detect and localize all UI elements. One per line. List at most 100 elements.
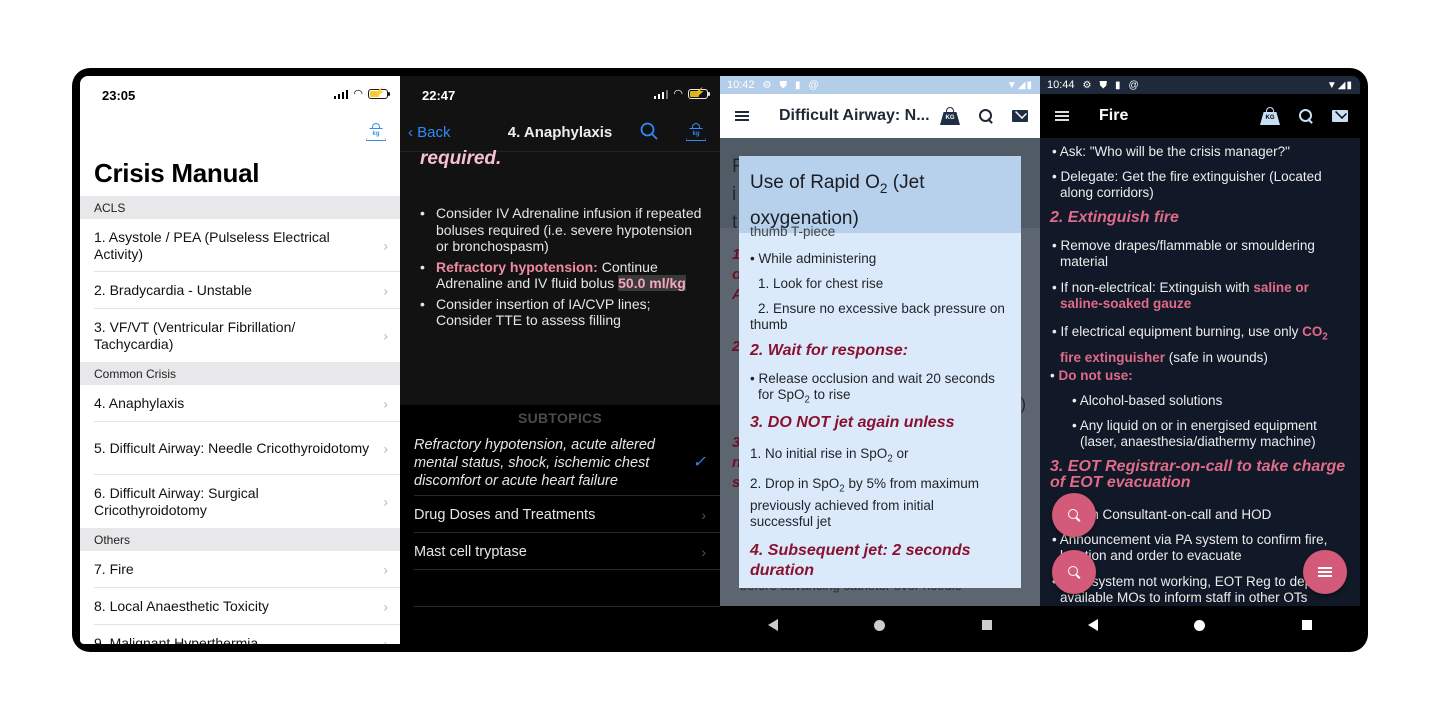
screen-difficult-airway: 10:42 ⚙ ⛊ ▮ @ ▼◢▮ Difficult Airway: N...… — [720, 76, 1040, 644]
app-bar-title: Difficult Airway: N... — [779, 107, 930, 124]
sd-card-icon: ▮ — [795, 79, 801, 91]
list-item[interactable]: 6. Difficult Airway: Surgical Cricothyro… — [80, 475, 400, 528]
list-item[interactable]: 2. Bradycardia - Unstable › — [80, 272, 400, 309]
subtopics-panel: SUBTOPICS Refractory hypotension, acute … — [400, 405, 720, 644]
chevron-right-icon: › — [383, 440, 388, 456]
sd-card-icon: ▮ — [1115, 79, 1121, 91]
screen-fire: 10:44 ⚙ ⛊ ▮ @ ▼◢▮ Fire KG • Ask: "Who wi… — [1040, 76, 1360, 644]
search-icon[interactable] — [1298, 108, 1314, 124]
bullet-item: Consider IV Adrenaline infusion if repea… — [420, 205, 702, 255]
chevron-right-icon: › — [701, 506, 706, 523]
info-dialog: Use of Rapid O2 (Jet oxygenation) thumb … — [739, 156, 1021, 588]
chevron-right-icon: › — [383, 327, 388, 343]
app-bar-title: Fire — [1099, 107, 1129, 124]
chevron-right-icon: › — [383, 493, 388, 509]
status-time: 22:47 — [422, 88, 456, 103]
menu-icon[interactable] — [735, 111, 749, 121]
wifi-cell-battery-icons: ▼◢▮ — [1006, 79, 1033, 91]
nav-title: 4. Anaphylaxis — [507, 124, 613, 141]
weight-kg-icon[interactable]: KG — [940, 107, 960, 125]
settings-icon: ⚙ — [762, 79, 772, 91]
menu-fab[interactable] — [1303, 550, 1347, 594]
status-bar: 10:44 ⚙ ⛊ ▮ @ ▼◢▮ — [1040, 76, 1360, 94]
status-time: 23:05 — [102, 88, 136, 103]
chevron-right-icon: › — [383, 395, 388, 411]
section-header-acls: ACLS — [80, 196, 400, 219]
status-time: 10:42 — [727, 79, 755, 91]
search-icon[interactable] — [640, 122, 658, 140]
chevron-right-icon: › — [383, 561, 388, 577]
at-icon: @ — [808, 79, 819, 91]
zoom-out-fab[interactable] — [1052, 550, 1096, 594]
section-header-common-crisis: Common Crisis — [80, 362, 400, 385]
list-item[interactable]: 9. Malignant Hyperthermia › — [80, 625, 400, 644]
bullet-item: Refractory hypotension: Continue Adrenal… — [420, 259, 702, 292]
list-item[interactable]: 8. Local Anaesthetic Toxicity › — [80, 588, 400, 625]
subtopic-item[interactable]: Drug Doses and Treatments › — [400, 496, 720, 533]
list-item[interactable]: 7. Fire › — [80, 551, 400, 588]
settings-icon: ⚙ — [1082, 79, 1092, 91]
dialog-title: Use of Rapid O2 (Jet oxygenation) — [739, 156, 1021, 233]
signal-icon — [653, 89, 669, 99]
mail-icon[interactable] — [1332, 110, 1348, 122]
app-bar: Difficult Airway: N... KG — [720, 94, 1040, 138]
section-heading: required. — [420, 148, 502, 169]
chevron-right-icon: › — [383, 598, 388, 614]
recents-nav-icon[interactable] — [981, 620, 992, 630]
status-time: 10:44 — [1047, 79, 1075, 91]
status-bar: 22:47 ◠ ⚡ — [400, 76, 720, 116]
wifi-icon: ◠ — [673, 88, 683, 100]
mail-icon[interactable] — [1012, 110, 1028, 122]
app-bar: Fire KG — [1040, 94, 1360, 138]
article-content: required. Consider IV Adrenaline infusio… — [400, 148, 720, 474]
weight-kg-icon[interactable]: KG — [1260, 107, 1280, 125]
subtopic-item[interactable]: Mast cell tryptase › — [400, 533, 720, 570]
back-nav-icon[interactable] — [1088, 619, 1099, 631]
recents-nav-icon[interactable] — [1301, 620, 1312, 630]
system-navigation-bar — [720, 606, 1040, 644]
list-item[interactable]: 3. VF/VT (Ventricular Fibrillation/ Tach… — [80, 309, 400, 362]
battery-icon: ⚡ — [688, 87, 710, 99]
chevron-right-icon: › — [701, 543, 706, 560]
wifi-icon: ◠ — [353, 88, 363, 100]
wifi-cell-battery-icons: ▼◢▮ — [1326, 79, 1353, 91]
list-item[interactable]: 5. Difficult Airway: Needle Cricothyroid… — [80, 422, 400, 475]
list-item[interactable]: 1. Asystole / PEA (Pulseless Electrical … — [80, 219, 400, 272]
weight-kg-icon[interactable]: kg — [366, 123, 386, 141]
chevron-right-icon: › — [383, 635, 388, 644]
home-nav-icon[interactable] — [1194, 619, 1206, 631]
list-item[interactable]: 4. Anaphylaxis › — [80, 385, 400, 422]
chevron-right-icon: › — [383, 282, 388, 298]
shield-icon: ⛊ — [779, 79, 788, 91]
empty-row — [400, 570, 720, 607]
shield-icon: ⛊ — [1099, 79, 1108, 91]
signal-icon — [333, 89, 349, 99]
menu-icon[interactable] — [1055, 111, 1069, 121]
navigation-bar: ‹ Back 4. Anaphylaxis kg — [400, 116, 720, 152]
status-bar: 10:42 ⚙ ⛊ ▮ @ ▼◢▮ — [720, 76, 1040, 94]
subtopics-header: SUBTOPICS — [517, 410, 603, 426]
section-header-others: Others — [80, 528, 400, 551]
zoom-out-icon — [1067, 565, 1081, 579]
bullet-item: Consider insertion of IA/CVP lines; Cons… — [420, 296, 702, 329]
battery-icon: ⚡ — [368, 87, 390, 99]
section-heading: 3. EOT Registrar-on-call to take charge … — [1050, 458, 1346, 491]
checkmark-icon: ✓ — [692, 454, 706, 471]
bullet-list: Consider IV Adrenaline infusion if repea… — [420, 205, 702, 333]
weight-kg-icon[interactable]: kg — [686, 123, 706, 141]
screen-crisis-manual-list: 23:05 ◠ ⚡ kg Crisis Manual ACLS 1. Asyst… — [80, 76, 400, 644]
zoom-in-fab[interactable] — [1052, 493, 1096, 537]
screen-anaphylaxis-detail: 22:47 ◠ ⚡ ‹ Back 4. Anaphylaxis kg requi… — [400, 76, 720, 644]
back-nav-icon[interactable] — [768, 619, 779, 631]
crisis-list: ACLS 1. Asystole / PEA (Pulseless Electr… — [80, 196, 400, 644]
zoom-in-icon — [1067, 508, 1081, 522]
system-navigation-bar — [1040, 606, 1360, 644]
subtopic-item[interactable]: Refractory hypotension, acute altered me… — [400, 430, 720, 496]
home-nav-icon[interactable] — [874, 619, 886, 631]
menu-icon — [1318, 567, 1332, 577]
article-content: • Ask: "Who will be the crisis manager?"… — [1040, 138, 1360, 606]
dose-highlight: 50.0 ml/kg — [618, 275, 686, 291]
status-bar: 23:05 ◠ ⚡ — [80, 76, 400, 116]
page-title: Crisis Manual — [94, 158, 260, 188]
search-icon[interactable] — [978, 108, 994, 124]
